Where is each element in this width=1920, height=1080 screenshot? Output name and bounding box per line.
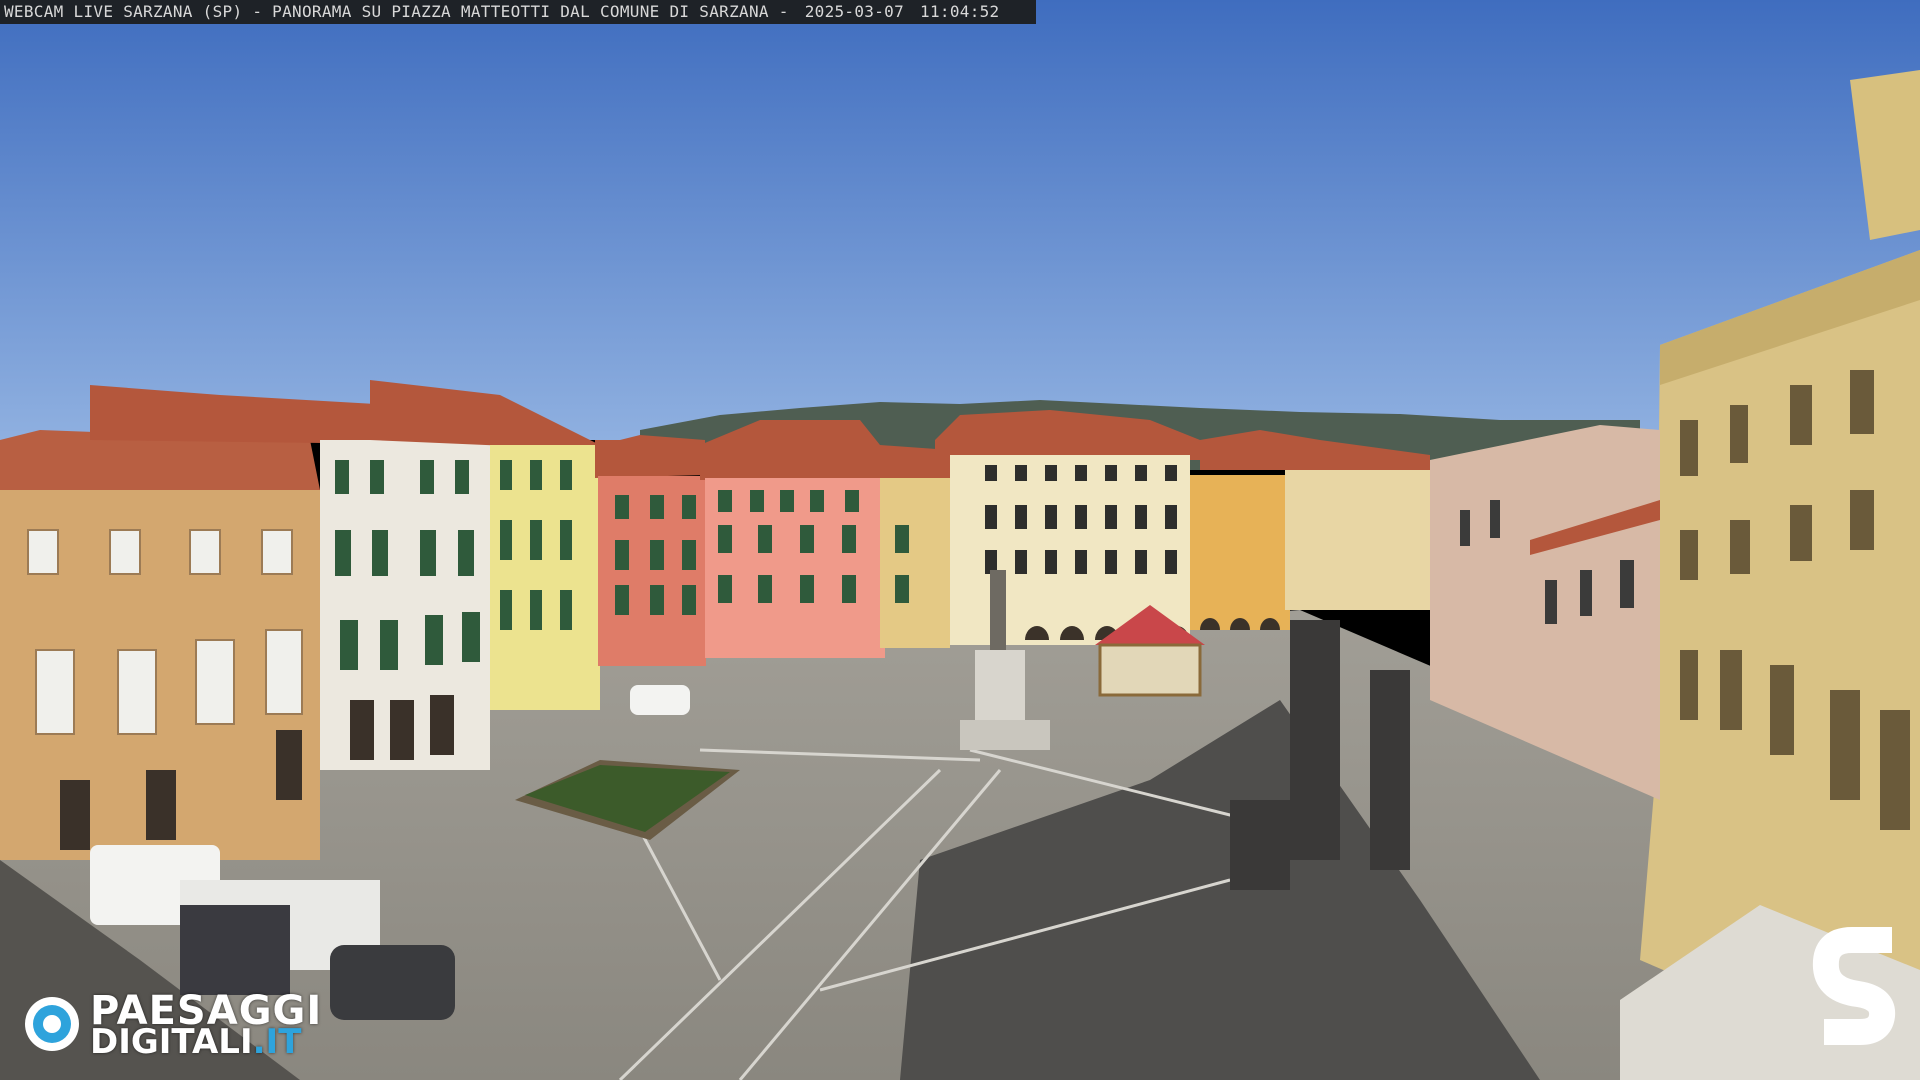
logo-line-2-main: DIGITALI [90,1022,253,1062]
logo-line-2-accent: .IT [252,1022,302,1062]
paesaggi-digitali-logo: PAESAGGI DIGITALI.IT [22,988,332,1062]
building-left-ochre [0,430,320,860]
caption-title: WEBCAM LIVE SARZANA (SP) - PANORAMA SU P… [4,2,789,21]
webcam-caption-bar: WEBCAM LIVE SARZANA (SP) - PANORAMA SU P… [0,0,1036,24]
building-pink [700,420,950,658]
logo-line-2: DIGITALI.IT [90,1022,301,1062]
building-red [595,435,706,666]
piazza-scene [0,0,1920,1080]
webcam-frame: WEBCAM LIVE SARZANA (SP) - PANORAMA SU P… [0,0,1920,1080]
eye-icon [25,997,79,1051]
caption-time: 11:04:52 [920,2,1000,21]
caption-date: 2025-03-07 [804,2,905,21]
s-logo-icon [1812,927,1896,1045]
sky [0,0,1920,440]
